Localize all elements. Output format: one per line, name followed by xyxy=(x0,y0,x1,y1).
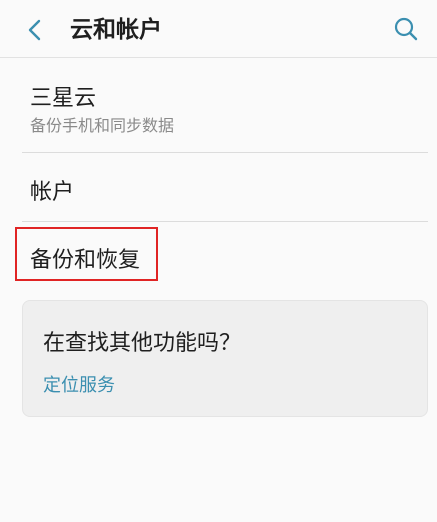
divider xyxy=(22,221,428,222)
list-item-subtitle: 备份手机和同步数据 xyxy=(30,116,175,135)
list-item-samsung-cloud[interactable]: 三星云 备份手机和同步数据 xyxy=(0,66,437,152)
search-icon xyxy=(394,17,418,41)
page-title: 云和帐户 xyxy=(70,17,162,43)
location-services-link[interactable]: 定位服务 xyxy=(43,371,115,397)
chevron-left-icon xyxy=(28,19,41,41)
divider xyxy=(22,152,428,153)
back-button[interactable] xyxy=(18,13,52,47)
list-item-title: 备份和恢复 xyxy=(30,248,141,273)
suggestion-card: 在查找其他功能吗？ 定位服务 xyxy=(22,300,428,417)
settings-screen: 云和帐户 三星云 备份手机和同步数据 帐户 备份和恢复 在查找其他功能吗？ 定位… xyxy=(0,0,437,522)
list-item-title: 三星云 xyxy=(30,86,97,111)
list-item-title: 帐户 xyxy=(30,180,75,205)
search-button[interactable] xyxy=(389,12,423,46)
top-app-bar: 云和帐户 xyxy=(0,0,437,58)
list-item-backup-restore[interactable]: 备份和恢复 xyxy=(0,226,437,286)
list-item-accounts[interactable]: 帐户 xyxy=(0,156,437,220)
suggestion-title: 在查找其他功能吗？ xyxy=(43,331,242,356)
